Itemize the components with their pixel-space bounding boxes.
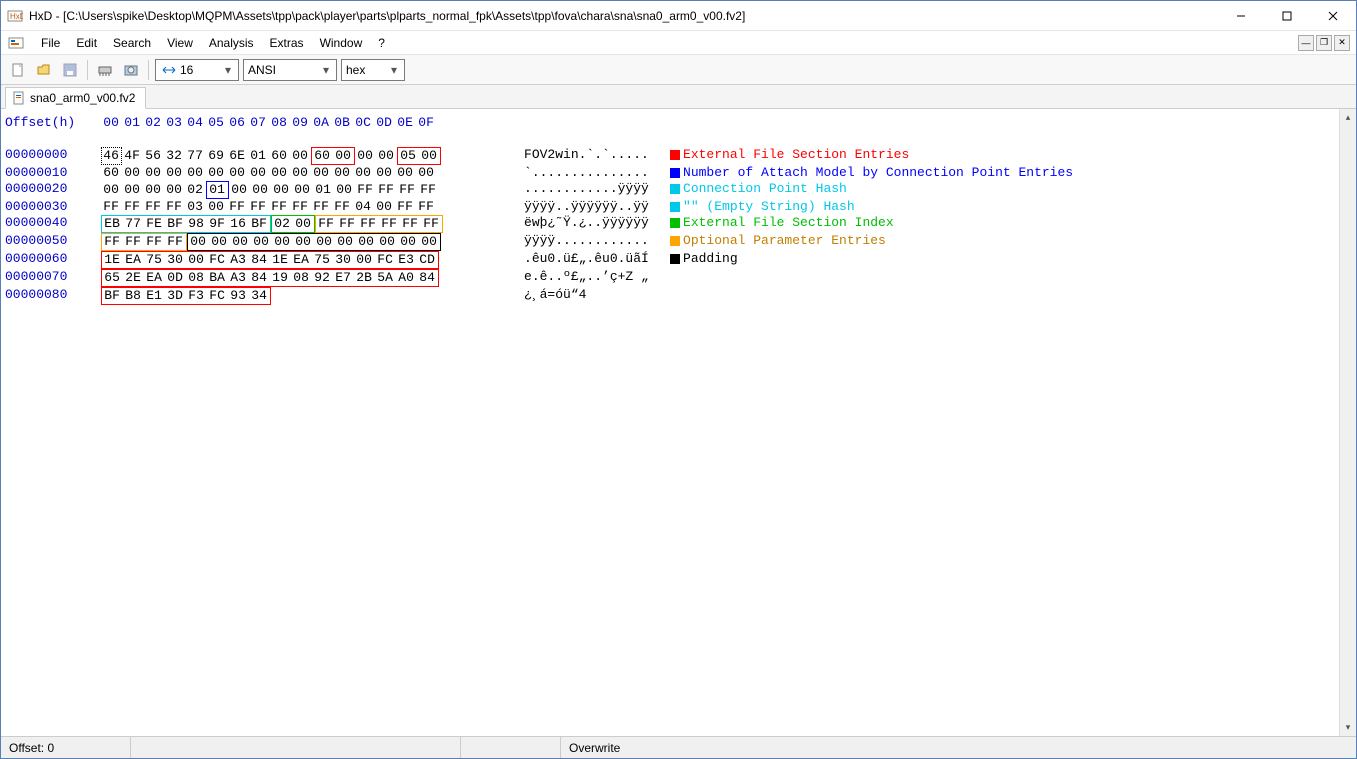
hex-row[interactable]: 00000050 FFFFFFFF00000000000000000000000…: [5, 233, 1335, 251]
menu-window[interactable]: Window: [312, 33, 371, 53]
mdi-close[interactable]: ✕: [1334, 35, 1350, 51]
legend-entry: External File Section Index: [670, 215, 894, 233]
open-disk-button[interactable]: [120, 59, 142, 81]
menu-analysis[interactable]: Analysis: [201, 33, 262, 53]
content-area: Offset(h) 000102030405060708090A0B0C0D0E…: [1, 109, 1356, 736]
hex-row[interactable]: 00000000 464F563277696E01600060000000050…: [5, 147, 1335, 165]
hex-row[interactable]: 00000020 000000000201000000000100FFFFFFF…: [5, 181, 1335, 199]
status-offset: Offset: 0: [1, 737, 131, 758]
statusbar: Offset: 0 Overwrite: [1, 736, 1356, 758]
tab-label: sna0_arm0_v00.fv2: [30, 91, 135, 105]
menu-app-icon: [7, 34, 25, 52]
hex-view[interactable]: Offset(h) 000102030405060708090A0B0C0D0E…: [1, 109, 1339, 736]
scroll-up-icon[interactable]: ▴: [1340, 109, 1356, 126]
hex-row[interactable]: 00000060 1EEA753000FCA3841EEA753000FCE3C…: [5, 251, 1335, 269]
close-button[interactable]: [1310, 1, 1356, 31]
hex-row[interactable]: 00000040 EB77FEBF989F16BF0200FFFFFFFFFFF…: [5, 215, 1335, 233]
menu-help[interactable]: ?: [370, 33, 393, 53]
legend-entry: Optional Parameter Entries: [670, 233, 886, 251]
hex-row[interactable]: 00000080 BFB8E13DF3FC9334 ¿¸á=óü“4: [5, 287, 1335, 305]
legend-entry: Padding: [670, 251, 738, 269]
bytes-per-row-value: 16: [180, 63, 220, 77]
chevron-down-icon: ▾: [386, 63, 402, 77]
legend-entry: External File Section Entries: [670, 147, 909, 165]
new-file-button[interactable]: [7, 59, 29, 81]
status-cell-2: [131, 737, 461, 758]
hex-row[interactable]: 00000030 FFFFFFFF0300FFFFFFFFFFFF0400FFF…: [5, 199, 1335, 215]
status-cell-3: [461, 737, 561, 758]
bytes-per-row-combo[interactable]: 16 ▾: [155, 59, 239, 81]
toolbar-sep-1: [87, 60, 88, 80]
charset-value: ANSI: [248, 63, 318, 77]
window-title: HxD - [C:\Users\spike\Desktop\MQPM\Asset…: [29, 9, 1218, 23]
menu-view[interactable]: View: [159, 33, 201, 53]
main-window: HxD HxD - [C:\Users\spike\Desktop\MQPM\A…: [0, 0, 1357, 759]
menu-extras[interactable]: Extras: [262, 33, 312, 53]
hex-row[interactable]: 00000070 652EEA0D08BAA384190892E72B5AA08…: [5, 269, 1335, 287]
open-file-button[interactable]: [33, 59, 55, 81]
menu-file[interactable]: File: [33, 33, 68, 53]
menu-search[interactable]: Search: [105, 33, 159, 53]
legend-entry: "" (Empty String) Hash: [670, 199, 855, 215]
toolbar: 16 ▾ ANSI ▾ hex ▾: [1, 55, 1356, 85]
charset-combo[interactable]: ANSI ▾: [243, 59, 337, 81]
hex-header: Offset(h) 000102030405060708090A0B0C0D0E…: [5, 115, 1335, 131]
scroll-track[interactable]: [1340, 126, 1356, 719]
hex-row[interactable]: 00000010 6000000000000000000000000000000…: [5, 165, 1335, 181]
number-base-value: hex: [346, 63, 386, 77]
file-icon: [12, 91, 26, 105]
menubar: File Edit Search View Analysis Extras Wi…: [1, 31, 1356, 55]
file-tab[interactable]: sna0_arm0_v00.fv2: [5, 87, 146, 109]
mdi-minimize[interactable]: —: [1298, 35, 1314, 51]
window-buttons: [1218, 1, 1356, 31]
toolbar-sep-2: [148, 60, 149, 80]
save-file-button[interactable]: [59, 59, 81, 81]
svg-text:HxD: HxD: [10, 12, 23, 21]
titlebar: HxD HxD - [C:\Users\spike\Desktop\MQPM\A…: [1, 1, 1356, 31]
tabbar: sna0_arm0_v00.fv2: [1, 85, 1356, 109]
legend-entry: Number of Attach Model by Connection Poi…: [670, 165, 1073, 181]
app-icon: HxD: [7, 8, 23, 24]
chevron-down-icon: ▾: [220, 63, 236, 77]
mdi-controls: — ❐ ✕: [1298, 35, 1350, 51]
number-base-combo[interactable]: hex ▾: [341, 59, 405, 81]
width-icon: [160, 63, 178, 77]
maximize-button[interactable]: [1264, 1, 1310, 31]
status-mode: Overwrite: [561, 737, 1356, 758]
menu-edit[interactable]: Edit: [68, 33, 105, 53]
legend-entry: Connection Point Hash: [670, 181, 847, 199]
minimize-button[interactable]: [1218, 1, 1264, 31]
scroll-down-icon[interactable]: ▾: [1340, 719, 1356, 736]
mdi-restore[interactable]: ❐: [1316, 35, 1332, 51]
open-ram-button[interactable]: [94, 59, 116, 81]
vertical-scrollbar[interactable]: ▴ ▾: [1339, 109, 1356, 736]
chevron-down-icon: ▾: [318, 63, 334, 77]
